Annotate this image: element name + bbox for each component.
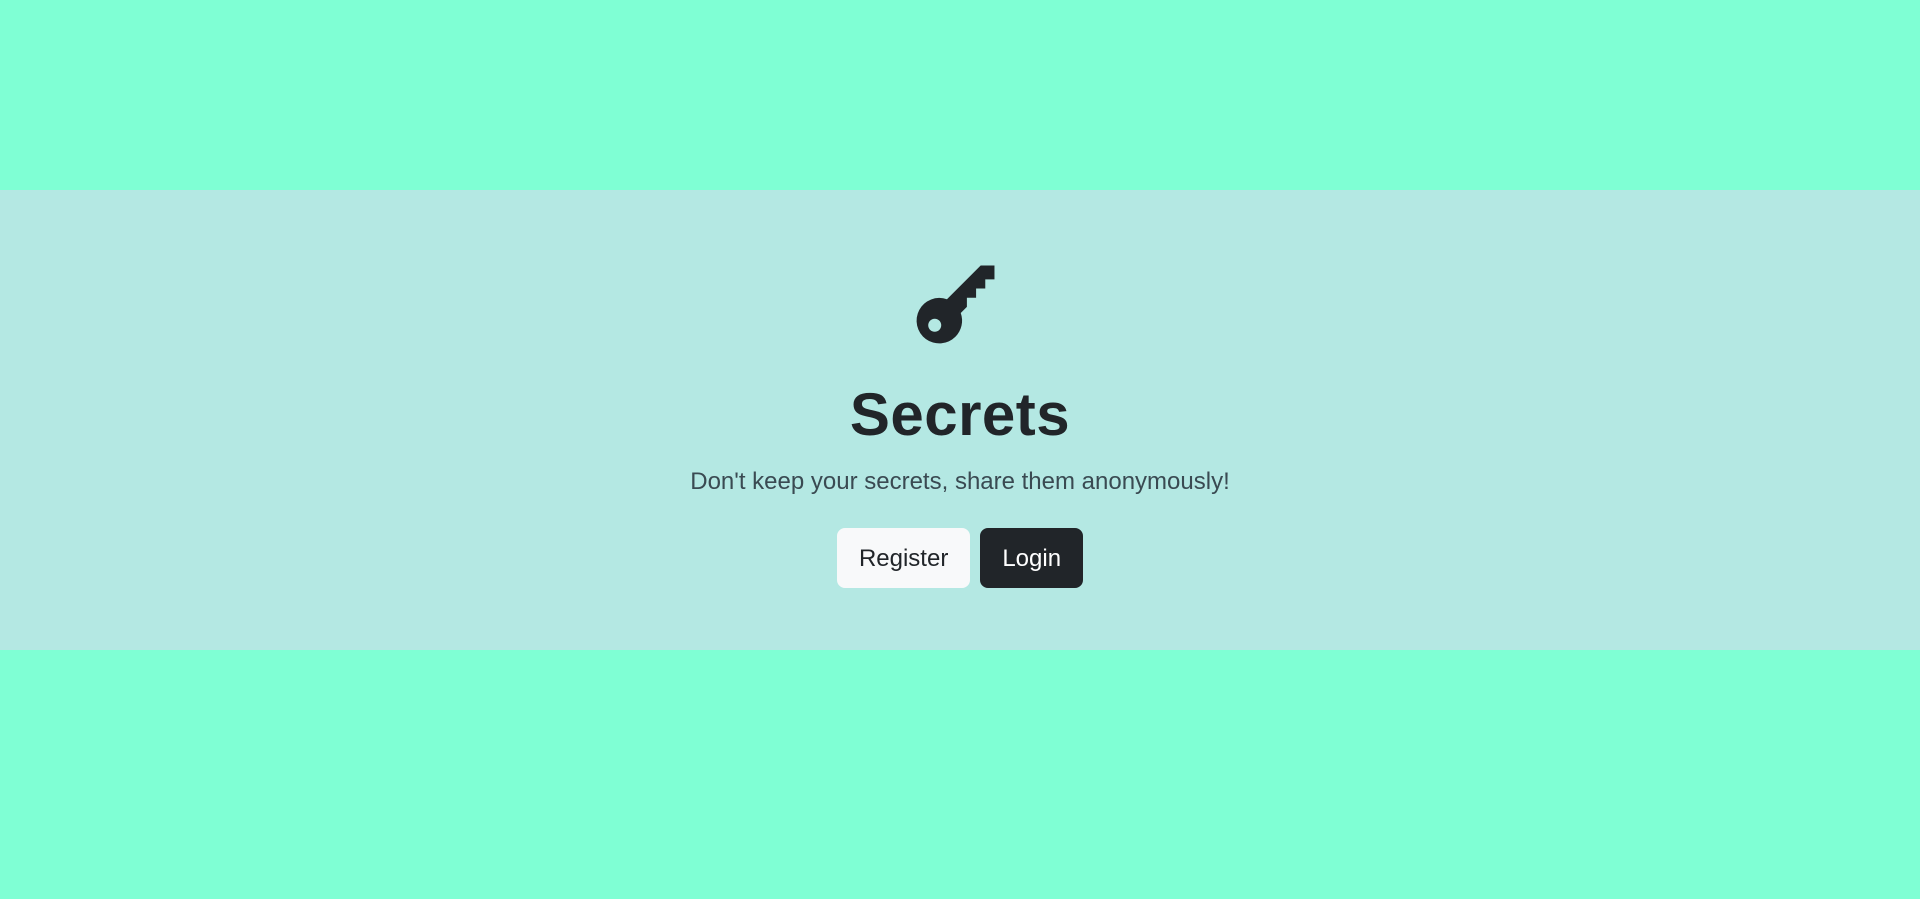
action-buttons: Register Login bbox=[836, 528, 1084, 588]
login-button[interactable]: Login bbox=[980, 528, 1084, 588]
hero-section: Secrets Don't keep your secrets, share t… bbox=[0, 190, 1920, 650]
page: Secrets Don't keep your secrets, share t… bbox=[0, 0, 1920, 899]
page-title: Secrets bbox=[849, 381, 1071, 448]
tagline: Don't keep your secrets, share them anon… bbox=[690, 468, 1230, 495]
register-button[interactable]: Register bbox=[836, 528, 971, 588]
key-icon bbox=[908, 248, 1012, 352]
